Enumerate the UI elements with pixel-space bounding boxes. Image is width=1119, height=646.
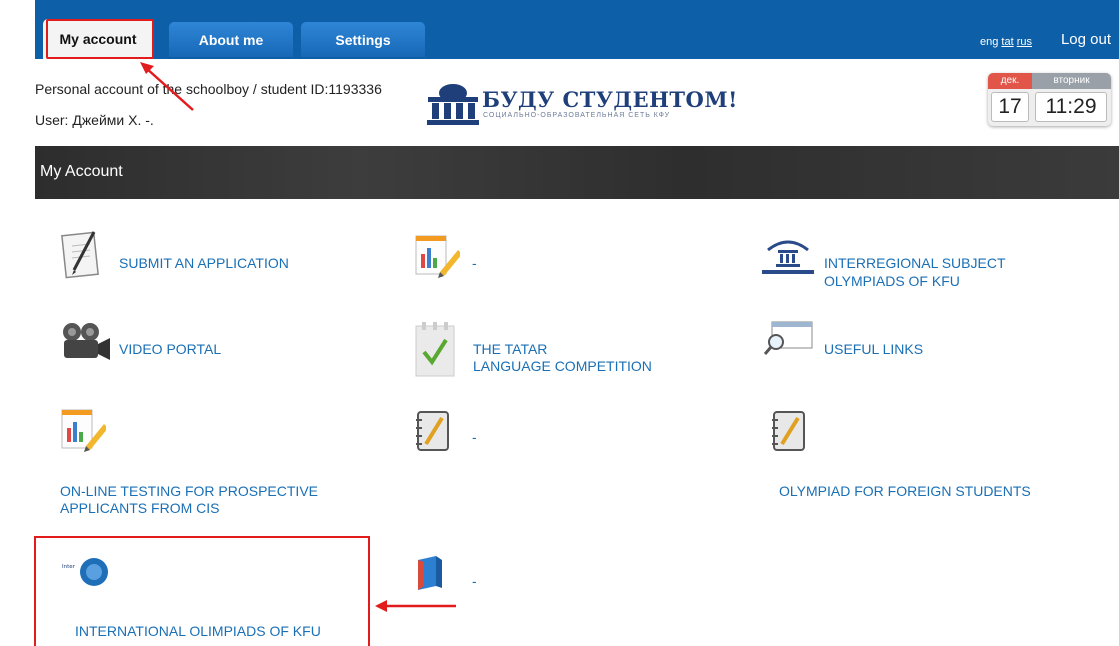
- annotation-arrow-to-intl: [375, 600, 456, 612]
- menu-item-useful-links[interactable]: USEFUL LINKS: [764, 320, 964, 360]
- menu-item-book[interactable]: -: [414, 556, 494, 600]
- menu-item-label: -: [472, 429, 477, 445]
- top-nav-bar: My account About me Settings eng tat rus…: [35, 0, 1119, 59]
- calendar-weekday: вторник: [1032, 73, 1111, 89]
- menu-item-label: INTERREGIONAL SUBJECT: [824, 255, 1006, 271]
- notebook-icon: [772, 411, 805, 451]
- tab-settings[interactable]: Settings: [301, 22, 425, 57]
- lang-eng: eng: [980, 36, 999, 48]
- menu-item-label: ON-LINE TESTING FOR PROSPECTIVE: [60, 483, 319, 499]
- menu-item-label: USEFUL LINKS: [824, 341, 924, 357]
- logout-link[interactable]: Log out: [1061, 31, 1111, 48]
- menu-item-notebook-1[interactable]: -: [414, 410, 494, 454]
- user-name-text: User: Джейми Х. -.: [35, 112, 154, 128]
- university-building-icon: [427, 84, 479, 125]
- language-switcher: eng tat rus: [980, 36, 1032, 48]
- annotation-highlight-international-olimpiads: [34, 536, 370, 646]
- olympiad-logo-icon: [762, 240, 814, 274]
- calendar-month: дек.: [988, 73, 1032, 89]
- account-id-text: Personal account of the schoolboy / stud…: [35, 81, 382, 97]
- menu-item-tatar-language[interactable]: THE TATAR LANGUAGE COMPETITION: [414, 322, 694, 380]
- lang-rus-link[interactable]: rus: [1017, 36, 1032, 48]
- menu-item-label: OLYMPIAD FOR FOREIGN STUDENTS: [779, 483, 1031, 499]
- video-camera-icon: [63, 323, 110, 360]
- menu-item-label: -: [472, 573, 477, 589]
- menu-item-label: SUBMIT AN APPLICATION: [119, 255, 289, 271]
- menu-item-report-1[interactable]: -: [414, 232, 494, 282]
- menu-item-label-line2: APPLICANTS FROM CIS: [60, 500, 220, 516]
- report-chart-icon: [61, 409, 106, 452]
- search-window-icon: [764, 321, 813, 355]
- menu-item-label: THE TATAR: [473, 341, 548, 357]
- calendar-day: 17: [991, 92, 1029, 122]
- report-chart-icon: [415, 235, 460, 278]
- menu-item-submit-application[interactable]: SUBMIT AN APPLICATION: [60, 228, 320, 284]
- pencil-paper-icon: [61, 231, 99, 279]
- checklist-icon: [415, 322, 455, 377]
- book-icon: [418, 556, 442, 590]
- menu-item-video-portal[interactable]: VIDEO PORTAL: [60, 322, 260, 366]
- menu-item-label-line2: OLYMPIADS OF KFU: [824, 273, 960, 289]
- section-header: My Account: [35, 146, 1119, 199]
- annotation-highlight-my-account-tab: [46, 19, 154, 59]
- calendar-time: 11:29: [1035, 92, 1107, 122]
- section-title: My Account: [40, 163, 123, 180]
- lang-tat-link[interactable]: tat: [1001, 36, 1013, 48]
- site-logo[interactable]: БУДУ СТУДЕНТОМ! СОЦИАЛЬНО-ОБРАЗОВАТЕЛЬНА…: [425, 81, 738, 127]
- menu-item-label: VIDEO PORTAL: [119, 341, 222, 357]
- menu-item-olympiad-foreign-students[interactable]: OLYMPIAD FOR FOREIGN STUDENTS: [764, 410, 1074, 500]
- menu-item-label: -: [472, 255, 477, 271]
- notebook-icon: [416, 411, 449, 451]
- menu-item-interregional-olympiads[interactable]: INTERREGIONAL SUBJECT OLYMPIADS OF KFU: [760, 236, 1060, 292]
- menu-item-label-line2: LANGUAGE COMPETITION: [473, 358, 652, 374]
- date-time-widget: дек. вторник 17 11:29: [988, 73, 1111, 126]
- logo-subtitle: СОЦИАЛЬНО-ОБРАЗОВАТЕЛЬНАЯ СЕТЬ КФУ: [483, 112, 671, 119]
- tab-about-me[interactable]: About me: [169, 22, 293, 57]
- logo-title: БУДУ СТУДЕНТОМ!: [482, 87, 738, 112]
- menu-item-online-testing[interactable]: ON-LINE TESTING FOR PROSPECTIVE APPLICAN…: [60, 406, 380, 516]
